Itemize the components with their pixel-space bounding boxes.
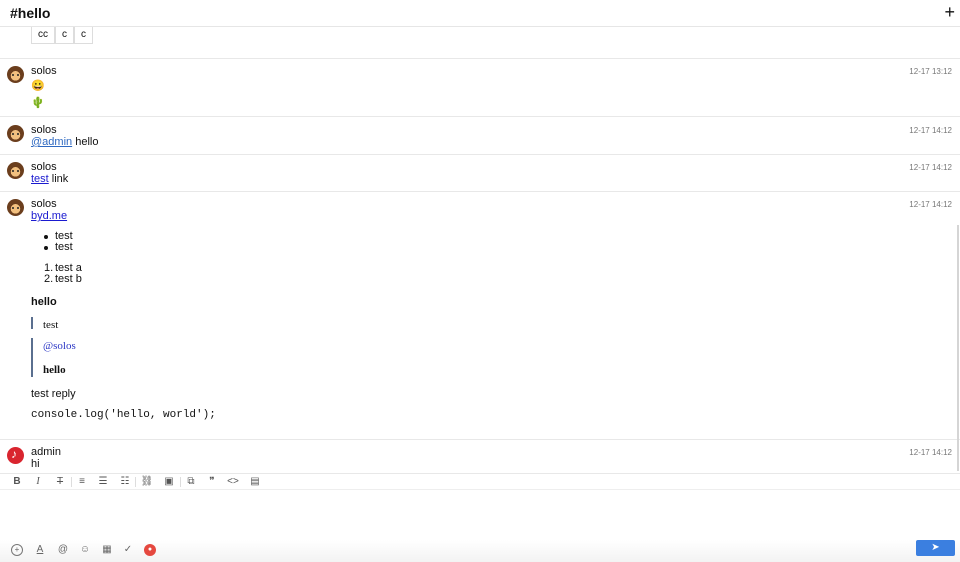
bold-icon[interactable]: B [10,475,24,489]
quote-mention[interactable]: @solos [43,340,76,352]
link-icon[interactable]: ⛓ [140,475,154,489]
table-cell: cc [31,27,55,44]
quote-bold: hello [43,364,66,376]
message-body: @admin hello [31,136,98,148]
username[interactable]: solos [31,198,57,210]
bullet-list-icon[interactable]: ☰ [96,475,110,489]
avatar[interactable] [7,125,24,142]
username[interactable]: admin [31,446,61,458]
message-text: hi [31,458,40,470]
reply-text: test reply [31,388,76,400]
avatar[interactable] [7,162,24,179]
table-cell: c [74,27,93,44]
username[interactable]: solos [31,161,57,173]
test-link[interactable]: test [31,173,49,185]
ordered-list-icon[interactable]: ☷ [118,475,132,489]
quote-icon[interactable]: ❞ [205,475,219,489]
font-color-icon[interactable]: A [34,544,46,556]
calendar-icon[interactable]: ▦ [101,544,113,556]
channel-header: #hello + [0,0,960,27]
add-icon[interactable]: + [944,1,955,23]
message-body: test link [31,173,68,185]
quote-bar [31,317,33,329]
ordered-item: test b [55,273,82,285]
message-separator [0,191,960,192]
table-fragment: cc c c [31,27,93,44]
username[interactable]: solos [31,65,57,77]
editor-toolbar: B I T ≡ ☰ ☷ ⛓ ▣ ⧉ ❞ <> ▤ [0,473,960,490]
bullet-marker [44,246,48,250]
ordered-number: 2. [44,273,54,285]
message-separator [0,58,960,59]
quote-bar [31,338,33,377]
avatar[interactable] [7,199,24,216]
timestamp: 12-17 14:12 [909,200,952,209]
scrollbar[interactable] [957,225,959,471]
table-cell: c [55,27,74,44]
message-separator [0,439,960,440]
bullet-marker [44,235,48,239]
byd-link[interactable]: byd.me [31,210,67,222]
toolbar-divider [180,477,181,487]
italic-icon[interactable]: I [31,475,45,489]
bold-heading: hello [31,296,57,308]
task-icon[interactable]: ✓ [122,544,134,556]
strikethrough-icon[interactable]: T [53,475,67,489]
bottom-bar: + A @ ☺ ▦ ✓ ● ➤ [0,540,960,562]
toolbar-divider [71,477,72,487]
send-button[interactable]: ➤ [916,540,955,556]
table-icon[interactable]: ▤ [248,475,262,489]
align-icon[interactable]: ≡ [75,475,89,489]
code-icon[interactable]: <> [226,475,240,489]
copy-icon[interactable]: ⧉ [184,475,198,489]
message-text: hello [75,136,99,148]
emoji-cactus: 🌵 [31,97,45,109]
add-icon[interactable]: + [11,544,23,556]
avatar[interactable] [7,447,24,464]
emoji-grinning: 😀 [31,80,45,92]
avatar[interactable] [7,66,24,83]
message-editor[interactable] [0,491,960,539]
timestamp: 12-17 13:12 [909,67,952,76]
message-separator [0,116,960,117]
timestamp: 12-17 14:12 [909,126,952,135]
message-separator [0,154,960,155]
send-icon: ➤ [931,542,940,553]
record-icon[interactable]: ● [144,544,156,556]
code-block: console.log('hello, world'); [31,409,216,421]
emoji-icon[interactable]: ☺ [79,544,91,556]
channel-title: #hello [10,5,51,21]
mention-link[interactable]: @admin [31,136,72,148]
at-icon[interactable]: @ [57,544,69,556]
quote-text: test [43,319,59,331]
username[interactable]: solos [31,124,57,136]
message-feed[interactable]: cc c c solos 12-17 13:12 😀 🌵 solos 12-17… [0,27,960,473]
message-text: link [51,173,69,185]
image-icon[interactable]: ▣ [162,475,176,489]
bullet-item: test [55,241,73,253]
toolbar-divider [135,477,136,487]
timestamp: 12-17 14:12 [909,448,952,457]
timestamp: 12-17 14:12 [909,163,952,172]
